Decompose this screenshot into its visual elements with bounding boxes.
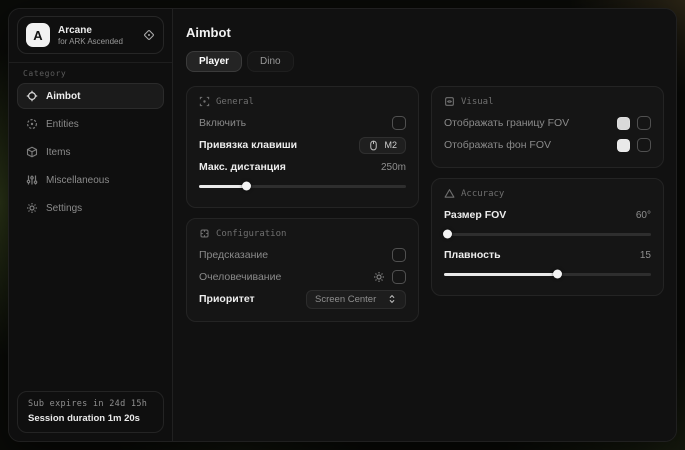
category-label: Category — [23, 69, 158, 78]
focus-icon — [199, 96, 210, 107]
priority-label: Приоритет — [199, 293, 255, 305]
page-title: Aimbot — [186, 25, 664, 40]
session-info-card: Sub expires in 24d 15h Session duration … — [17, 391, 164, 433]
fov-bg-row: Отображать фон FOV — [444, 134, 651, 156]
package-icon — [26, 146, 38, 158]
app-title: Arcane — [58, 25, 135, 36]
right-column: Visual Отображать границу FOV Отображать… — [431, 86, 664, 296]
app-subtitle: for ARK Ascended — [58, 37, 135, 46]
max-distance-row: Макс. дистанция 250m — [199, 156, 406, 178]
smoothness-value: 15 — [640, 250, 651, 261]
fov-bg-label: Отображать фон FOV — [444, 139, 551, 151]
chevrons-up-down-icon — [387, 294, 397, 304]
smoothness-slider[interactable] — [444, 269, 651, 279]
configuration-card: Configuration Предсказание Очеловечивани… — [186, 218, 419, 322]
keybind-button[interactable]: M2 — [359, 137, 406, 154]
fov-size-row: Размер FOV 60° — [444, 204, 651, 226]
slider-thumb[interactable] — [242, 182, 251, 191]
target-icon — [143, 29, 155, 41]
component-icon — [199, 228, 210, 239]
slider-thumb[interactable] — [443, 230, 452, 239]
max-distance-label: Макс. дистанция — [199, 161, 286, 173]
priority-value: Screen Center — [315, 294, 376, 305]
priority-row: Приоритет Screen Center — [199, 288, 406, 310]
frame-eye-icon — [444, 96, 455, 107]
fov-border-row: Отображать границу FOV — [444, 112, 651, 134]
card-header-general: General — [216, 97, 254, 107]
tab-bar: Player Dino — [186, 51, 664, 72]
enable-row: Включить — [199, 112, 406, 134]
max-distance-value: 250m — [381, 162, 406, 173]
entities-icon — [26, 118, 38, 130]
prediction-checkbox[interactable] — [392, 248, 406, 262]
fov-bg-checkbox[interactable] — [637, 138, 651, 152]
humanize-row: Очеловечивание — [199, 266, 406, 288]
crosshair-icon — [26, 90, 38, 102]
humanize-checkbox[interactable] — [392, 270, 406, 284]
humanize-gear-icon[interactable] — [373, 271, 385, 283]
sidebar-item-aimbot[interactable]: Aimbot — [17, 83, 164, 109]
keybind-value: M2 — [384, 140, 397, 150]
brand-card: A Arcane for ARK Ascended — [17, 16, 164, 54]
card-header-configuration: Configuration — [216, 229, 286, 239]
divider — [9, 62, 172, 63]
priority-select[interactable]: Screen Center — [306, 290, 406, 309]
visual-card: Visual Отображать границу FOV Отображать… — [431, 86, 664, 168]
main-panel: Aimbot Player Dino General — [173, 9, 676, 441]
tab-dino[interactable]: Dino — [247, 51, 294, 72]
sidebar-item-label: Entities — [46, 119, 79, 130]
card-header-accuracy: Accuracy — [461, 189, 504, 199]
sidebar-nav: Aimbot Entities Items — [9, 83, 172, 221]
prediction-label: Предсказание — [199, 249, 268, 261]
keybind-label: Привязка клавиши — [199, 139, 297, 151]
fov-size-value: 60° — [636, 210, 651, 221]
smoothness-row: Плавность 15 — [444, 244, 651, 266]
enable-checkbox[interactable] — [392, 116, 406, 130]
humanize-label: Очеловечивание — [199, 271, 281, 283]
sliders-icon — [26, 174, 38, 186]
triangle-icon — [444, 188, 455, 199]
mouse-icon — [368, 140, 379, 151]
sidebar-item-label: Items — [46, 147, 70, 158]
fov-size-slider[interactable] — [444, 229, 651, 239]
sidebar-item-label: Aimbot — [46, 91, 80, 102]
sidebar-item-entities[interactable]: Entities — [17, 111, 164, 137]
app-logo: A — [26, 23, 50, 47]
card-header-visual: Visual — [461, 97, 494, 107]
app-window: A Arcane for ARK Ascended Category Aim — [8, 8, 677, 442]
fov-border-label: Отображать границу FOV — [444, 117, 569, 129]
fov-border-color-swatch[interactable] — [617, 117, 630, 130]
keybind-row: Привязка клавиши M2 — [199, 134, 406, 156]
general-card: General Включить Привязка клавиши — [186, 86, 419, 208]
gear-icon — [26, 202, 38, 214]
slider-thumb[interactable] — [553, 270, 562, 279]
fov-bg-color-swatch[interactable] — [617, 139, 630, 152]
max-distance-slider[interactable] — [199, 181, 406, 191]
sidebar-item-miscellaneous[interactable]: Miscellaneous — [17, 167, 164, 193]
sub-expires-text: Sub expires in 24d 15h — [28, 399, 153, 409]
prediction-row: Предсказание — [199, 244, 406, 266]
fov-size-label: Размер FOV — [444, 209, 506, 221]
sidebar-item-label: Miscellaneous — [46, 175, 109, 186]
enable-label: Включить — [199, 117, 246, 129]
accuracy-card: Accuracy Размер FOV 60° П — [431, 178, 664, 296]
sidebar-item-items[interactable]: Items — [17, 139, 164, 165]
sidebar-item-label: Settings — [46, 203, 82, 214]
left-column: General Включить Привязка клавиши — [186, 86, 419, 322]
sidebar: A Arcane for ARK Ascended Category Aim — [9, 9, 173, 441]
smoothness-label: Плавность — [444, 249, 501, 261]
tab-player[interactable]: Player — [186, 51, 242, 72]
session-duration-text: Session duration 1m 20s — [28, 413, 153, 424]
fov-border-checkbox[interactable] — [637, 116, 651, 130]
sidebar-item-settings[interactable]: Settings — [17, 195, 164, 221]
